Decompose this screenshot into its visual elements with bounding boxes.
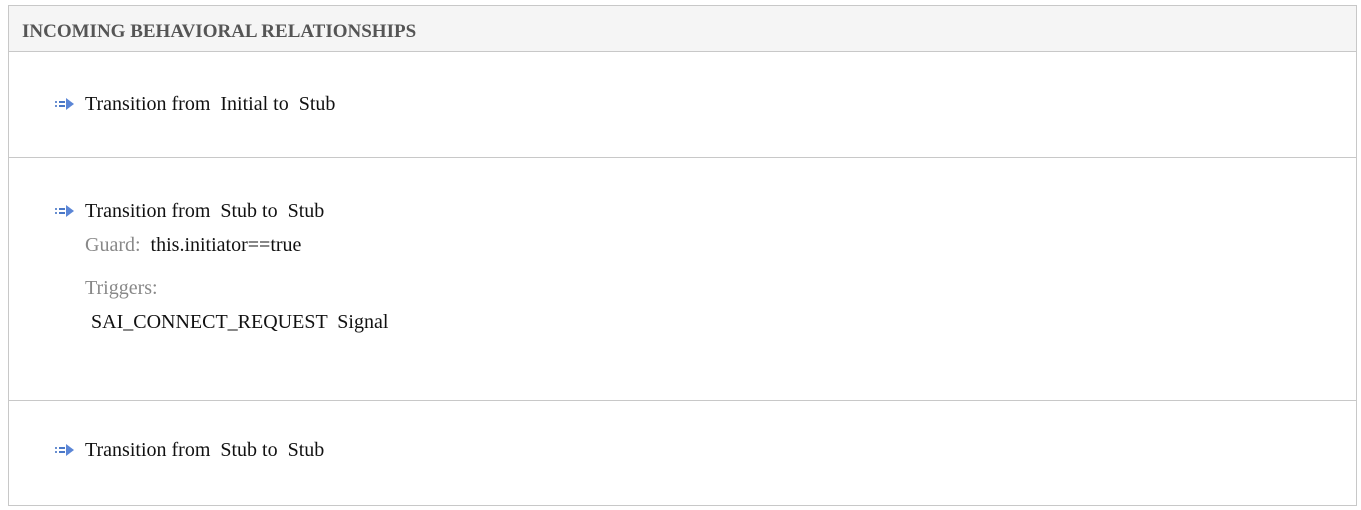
guard: Guard: this.initiator==true xyxy=(85,234,301,257)
transition-arrow-icon xyxy=(55,205,74,217)
relationship-text[interactable]: Transition from Stub to Stub xyxy=(85,200,324,223)
transition-arrow-icon xyxy=(55,444,74,456)
section-title: INCOMING BEHAVIORAL RELATIONSHIPS xyxy=(9,6,1356,52)
relationship-row: Transition from Initial to Stub xyxy=(9,52,1356,158)
guard-label: Guard: xyxy=(85,234,141,256)
relationship-row: Transition from Stub to Stub Guard: this… xyxy=(9,158,1356,401)
trigger-item[interactable]: SAI_CONNECT_REQUEST Signal xyxy=(91,311,388,334)
relationship-text[interactable]: Transition from Initial to Stub xyxy=(85,93,335,116)
triggers-label: Triggers: xyxy=(85,277,158,299)
relationship-text[interactable]: Transition from Stub to Stub xyxy=(85,439,324,462)
relationship-row: Transition from Stub to Stub xyxy=(9,401,1356,507)
incoming-relationships-panel: INCOMING BEHAVIORAL RELATIONSHIPS Transi… xyxy=(8,5,1357,506)
transition-arrow-icon xyxy=(55,98,74,110)
guard-value: this.initiator==true xyxy=(150,234,302,256)
